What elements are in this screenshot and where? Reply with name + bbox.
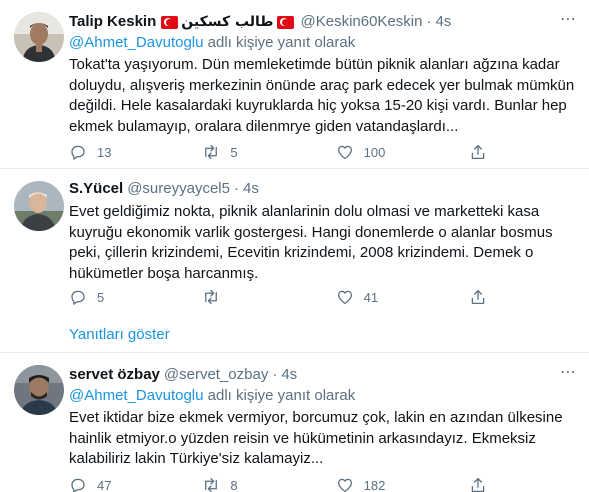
reply-context: @Ahmet_Davutoglu adlı kişiye yanıt olara… [69,386,577,406]
tweet-2[interactable]: S.Yücel @sureyyaycel5 · 4s Evet geldiğim… [0,169,589,311]
reply-icon [71,290,85,305]
retweet-icon [205,144,218,160]
reply-count: 47 [97,477,112,492]
reply-icon [71,145,85,160]
like-count: 100 [363,144,386,160]
avatar-talip-keskin[interactable] [14,12,64,62]
retweet-icon [205,289,218,305]
user-handle[interactable]: @sureyyaycel5 [127,179,230,199]
tweet-actions: 13 5 100 [69,142,489,162]
separator-dot: · [426,13,432,30]
share-button[interactable] [469,287,489,307]
separator-dot: · [272,366,278,383]
heart-icon [337,145,352,160]
retweet-count: 8 [230,477,238,492]
more-icon[interactable]: ⋯ [560,362,577,382]
avatar-image [14,181,64,231]
reply-icon [71,478,85,492]
separator-dot: · [233,180,239,197]
more-icon[interactable]: ⋯ [560,9,577,29]
share-icon [471,144,485,160]
timestamp[interactable]: 4s [281,365,297,385]
reply-button[interactable]: 5 [69,287,202,307]
retweet-button[interactable] [202,287,335,307]
tweet-3[interactable]: servet özbay @servet_ozbay · 4s @Ahmet_D… [0,353,589,492]
display-name[interactable]: S.Yücel [69,179,123,199]
display-name[interactable]: servet özbay [69,365,160,385]
like-count: 182 [363,477,386,492]
retweet-button[interactable]: 8 [202,475,335,492]
heart-icon [337,290,352,305]
share-icon [471,289,485,305]
mention-link[interactable]: @Ahmet_Davutoglu [69,387,203,404]
timestamp[interactable]: 4s [435,12,451,32]
reply-count: 13 [97,144,112,160]
retweet-button[interactable]: 5 [202,142,335,162]
like-button[interactable]: 100 [336,142,469,162]
reply-context: @Ahmet_Davutoglu adlı kişiye yanıt olara… [69,33,577,53]
display-name-arabic[interactable]: طالب كسكين [181,12,273,32]
tweet-1[interactable]: Talip Keskin طالب كسكين @Keskin60Keskin … [0,0,589,165]
turkey-flag-icon [161,15,179,29]
like-button[interactable]: 182 [336,475,469,492]
share-button[interactable] [469,142,489,162]
display-name[interactable]: Talip Keskin [69,12,156,32]
reply-button[interactable]: 13 [69,142,202,162]
tweet-text: Tokat'ta yaşıyorum. Dün memleketimde büt… [69,56,575,135]
mention-link[interactable]: @Ahmet_Davutoglu [69,34,203,51]
tweet-header: servet özbay @servet_ozbay · 4s [69,365,577,385]
like-button[interactable]: 41 [336,287,469,307]
avatar-s-yucel[interactable] [14,181,64,231]
tweet-actions: 5 41 [69,287,489,307]
tweet-header: Talip Keskin طالب كسكين @Keskin60Keskin … [69,12,577,32]
like-count: 41 [363,289,379,305]
tweet-header: S.Yücel @sureyyaycel5 · 4s [69,179,577,199]
turkey-flag-icon [276,15,294,29]
user-handle[interactable]: @servet_ozbay [164,365,268,385]
user-handle[interactable]: @Keskin60Keskin [301,12,423,32]
share-button[interactable] [469,475,489,492]
timestamp[interactable]: 4s [243,179,259,199]
retweet-icon [205,477,218,492]
reply-button[interactable]: 47 [69,475,202,492]
share-icon [471,477,485,492]
tweet-text: Evet iktidar bize ekmek vermiyor, borcum… [69,409,563,467]
reply-context-text: adlı kişiye yanıt olarak [207,387,356,404]
avatar-servet-ozbay[interactable] [14,365,64,415]
reply-count: 5 [97,289,105,305]
tweet-actions: 47 8 182 [69,475,489,492]
heart-icon [337,478,352,492]
show-replies-link[interactable]: Yanıtları göster [69,326,170,343]
reply-context-text: adlı kişiye yanıt olarak [207,34,356,51]
retweet-count: 5 [230,144,238,160]
avatar-image [14,365,64,415]
tweet-text: Evet geldiğimiz nokta, piknik alanlarini… [69,203,553,282]
avatar-image [14,12,64,62]
